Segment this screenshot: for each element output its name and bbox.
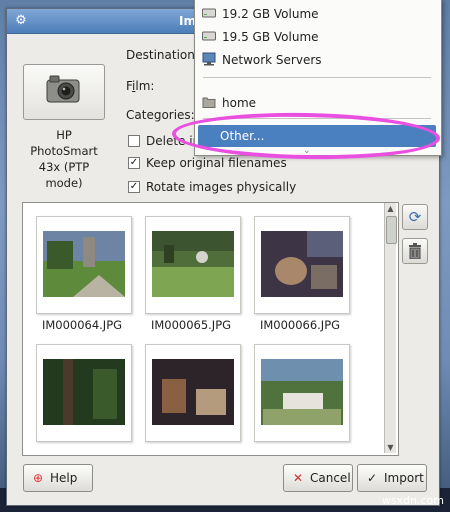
photo-image bbox=[152, 231, 234, 297]
scrollbar-thumb[interactable] bbox=[386, 216, 397, 244]
cancel-label: Cancel bbox=[310, 471, 351, 485]
checkbox-label: Keep original filenames bbox=[146, 156, 287, 170]
photo-image bbox=[261, 231, 343, 297]
destination-label: Destination: bbox=[126, 48, 199, 62]
network-icon bbox=[202, 52, 216, 66]
photo-thumbnail[interactable] bbox=[145, 216, 241, 314]
help-label: Help bbox=[50, 471, 78, 485]
camera-icon bbox=[46, 75, 80, 103]
photo-thumbnail[interactable] bbox=[145, 344, 241, 442]
camera-name-line: PhotoSmart bbox=[30, 144, 98, 158]
camera-name-line: HP bbox=[56, 128, 72, 142]
photo-thumbnail[interactable] bbox=[36, 216, 132, 314]
photo-thumbnail[interactable] bbox=[254, 216, 350, 314]
menu-item-label: Network Servers bbox=[222, 53, 322, 67]
camera-name-line: 43x (PTP bbox=[38, 160, 90, 174]
scroll-down-icon[interactable]: ▼ bbox=[385, 442, 396, 453]
photo-filename: IM000065.JPG bbox=[150, 318, 232, 332]
thumbnail-scrollbar[interactable]: ▲ ▼ bbox=[384, 203, 397, 453]
scroll-up-icon[interactable]: ▲ bbox=[385, 203, 396, 214]
checkbox-box[interactable]: ✓ bbox=[128, 156, 140, 169]
rotate-images-checkbox[interactable]: ✓ Rotate images physically bbox=[128, 179, 296, 195]
photo-thumbnail[interactable] bbox=[254, 344, 350, 442]
help-button[interactable]: ⊕ Help bbox=[23, 464, 93, 492]
window-menu-icon[interactable]: ⚙ bbox=[13, 13, 29, 29]
menu-separator bbox=[203, 77, 431, 78]
drive-icon bbox=[202, 8, 216, 18]
film-label-end: lm: bbox=[135, 79, 155, 93]
checkmark-icon: ✓ bbox=[366, 471, 378, 485]
delete-button[interactable] bbox=[402, 238, 428, 264]
menu-item-volume-19-5[interactable]: 19.5 GB Volume bbox=[195, 26, 441, 48]
drive-icon bbox=[202, 31, 216, 41]
watermark: wsxdn.com bbox=[381, 494, 444, 507]
photo-thumbnail[interactable] bbox=[36, 344, 132, 442]
categories-label: Categories: bbox=[126, 108, 195, 122]
menu-item-network-servers[interactable]: Network Servers bbox=[195, 49, 441, 71]
menu-item-label: 19.2 GB Volume bbox=[222, 7, 319, 21]
film-label: Film: bbox=[126, 79, 154, 93]
import-label: Import bbox=[384, 471, 424, 485]
photo-filename: IM000066.JPG bbox=[259, 318, 341, 332]
cancel-icon: ✕ bbox=[292, 471, 304, 485]
checkbox-box[interactable] bbox=[128, 134, 140, 147]
checkbox-label: Rotate images physically bbox=[146, 180, 297, 194]
menu-item-label: home bbox=[222, 96, 257, 110]
photo-filename: IM000064.JPG bbox=[41, 318, 123, 332]
photo-image bbox=[261, 359, 343, 425]
cancel-button[interactable]: ✕ Cancel bbox=[283, 464, 353, 492]
camera-button[interactable] bbox=[23, 64, 105, 120]
refresh-icon: ⟳ bbox=[408, 208, 422, 226]
photo-image bbox=[43, 231, 125, 297]
photo-image bbox=[152, 359, 234, 425]
menu-item-home[interactable]: home bbox=[195, 92, 441, 114]
camera-name: HP PhotoSmart 43x (PTP mode) bbox=[17, 127, 111, 191]
photo-image bbox=[43, 359, 125, 425]
thumbnail-view[interactable]: IM000064.JPG IM000065.JPG IM000066.JPG bbox=[22, 202, 399, 456]
keep-filenames-checkbox[interactable]: ✓ Keep original filenames bbox=[128, 155, 287, 171]
lifebuoy-icon: ⊕ bbox=[32, 471, 44, 485]
import-button[interactable]: ✓ Import bbox=[357, 464, 427, 492]
checkbox-box[interactable]: ✓ bbox=[128, 180, 140, 193]
camera-name-line: mode) bbox=[45, 176, 83, 190]
folder-icon bbox=[202, 97, 216, 108]
menu-item-volume-19-2[interactable]: 19.2 GB Volume bbox=[195, 3, 441, 25]
trash-icon bbox=[409, 243, 421, 260]
refresh-button[interactable]: ⟳ bbox=[402, 204, 428, 230]
menu-item-label: 19.5 GB Volume bbox=[222, 30, 319, 44]
